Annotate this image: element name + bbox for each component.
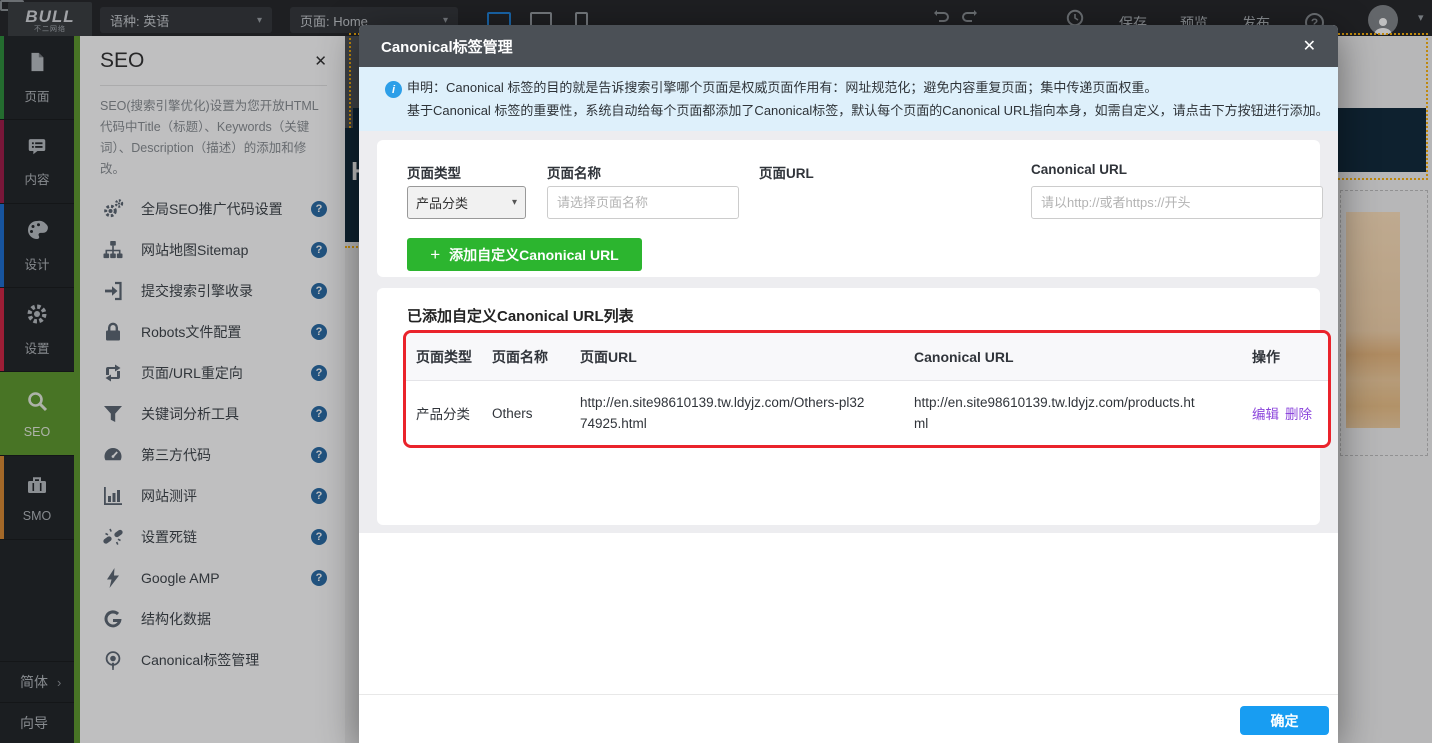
ok-button[interactable]: 确定 bbox=[1240, 706, 1329, 735]
row-actions: 编辑 删除 bbox=[1252, 403, 1318, 423]
canonical-url-label: Canonical URL bbox=[1031, 162, 1127, 177]
info-icon: i bbox=[385, 81, 402, 98]
notice-banner: i 申明：Canonical 标签的目的就是告诉搜索引擎哪个页面是权威页面作用有… bbox=[359, 67, 1338, 131]
notice-line-1: 申明：Canonical 标签的目的就是告诉搜索引擎哪个页面是权威页面作用有：网… bbox=[407, 76, 1318, 99]
cell-page-type: 产品分类 bbox=[416, 403, 492, 423]
col-header-page-type: 页面类型 bbox=[416, 347, 492, 367]
canonical-list-title: 已添加自定义Canonical URL列表 bbox=[407, 305, 634, 326]
modal-header: Canonical标签管理 ✕ bbox=[359, 25, 1338, 67]
chevron-down-icon: ▾ bbox=[512, 197, 517, 208]
col-header-page-name: 页面名称 bbox=[492, 347, 580, 367]
page-name-input[interactable] bbox=[547, 186, 739, 219]
page-type-select[interactable]: 产品分类 ▾ bbox=[407, 186, 526, 219]
notice-line-2: 基于Canonical 标签的重要性，系统自动给每个页面都添加了Canonica… bbox=[407, 99, 1318, 122]
app-window: BULL 不二网络 语种: 英语 ▾ 页面: Home ▾ 保存 预览 发布 ? bbox=[0, 0, 1432, 743]
page-url-link[interactable]: http://en.site98610139.tw.ldyjz.com/Othe… bbox=[580, 392, 868, 434]
col-header-page-url: 页面URL bbox=[580, 347, 914, 367]
canonical-list-card: 已添加自定义Canonical URL列表 页面类型 页面名称 页面URL Ca… bbox=[377, 288, 1320, 525]
table-header-row: 页面类型 页面名称 页面URL Canonical URL 操作 bbox=[406, 333, 1328, 381]
cell-canonical-url: http://en.site98610139.tw.ldyjz.com/prod… bbox=[914, 392, 1202, 434]
table-row: 产品分类 Others http://en.site98610139.tw.ld… bbox=[406, 381, 1328, 445]
delete-link[interactable]: 删除 bbox=[1285, 403, 1312, 423]
col-header-canonical-url: Canonical URL bbox=[914, 349, 1252, 365]
add-canonical-button[interactable]: + 添加自定义Canonical URL bbox=[407, 238, 642, 271]
modal-footer: 确定 bbox=[359, 694, 1338, 743]
plus-icon: + bbox=[430, 245, 440, 265]
highlighted-table: 页面类型 页面名称 页面URL Canonical URL 操作 产品分类 Ot… bbox=[403, 330, 1331, 448]
page-name-label: 页面名称 bbox=[547, 162, 601, 182]
page-type-select-value: 产品分类 bbox=[416, 193, 468, 212]
close-icon[interactable]: ✕ bbox=[1303, 36, 1316, 56]
col-header-actions: 操作 bbox=[1252, 347, 1318, 367]
page-url-label: 页面URL bbox=[759, 162, 814, 182]
add-canonical-button-label: 添加自定义Canonical URL bbox=[449, 245, 619, 265]
page-type-label: 页面类型 bbox=[407, 162, 461, 182]
edit-link[interactable]: 编辑 bbox=[1252, 403, 1279, 423]
canonical-tag-modal: Canonical标签管理 ✕ i 申明：Canonical 标签的目的就是告诉… bbox=[359, 25, 1338, 743]
add-canonical-form-card: 页面类型 页面名称 页面URL Canonical URL 产品分类 ▾ + 添… bbox=[377, 140, 1320, 277]
canonical-url-input[interactable] bbox=[1031, 186, 1323, 219]
modal-title: Canonical标签管理 bbox=[381, 36, 513, 57]
cell-page-name: Others bbox=[492, 406, 580, 421]
